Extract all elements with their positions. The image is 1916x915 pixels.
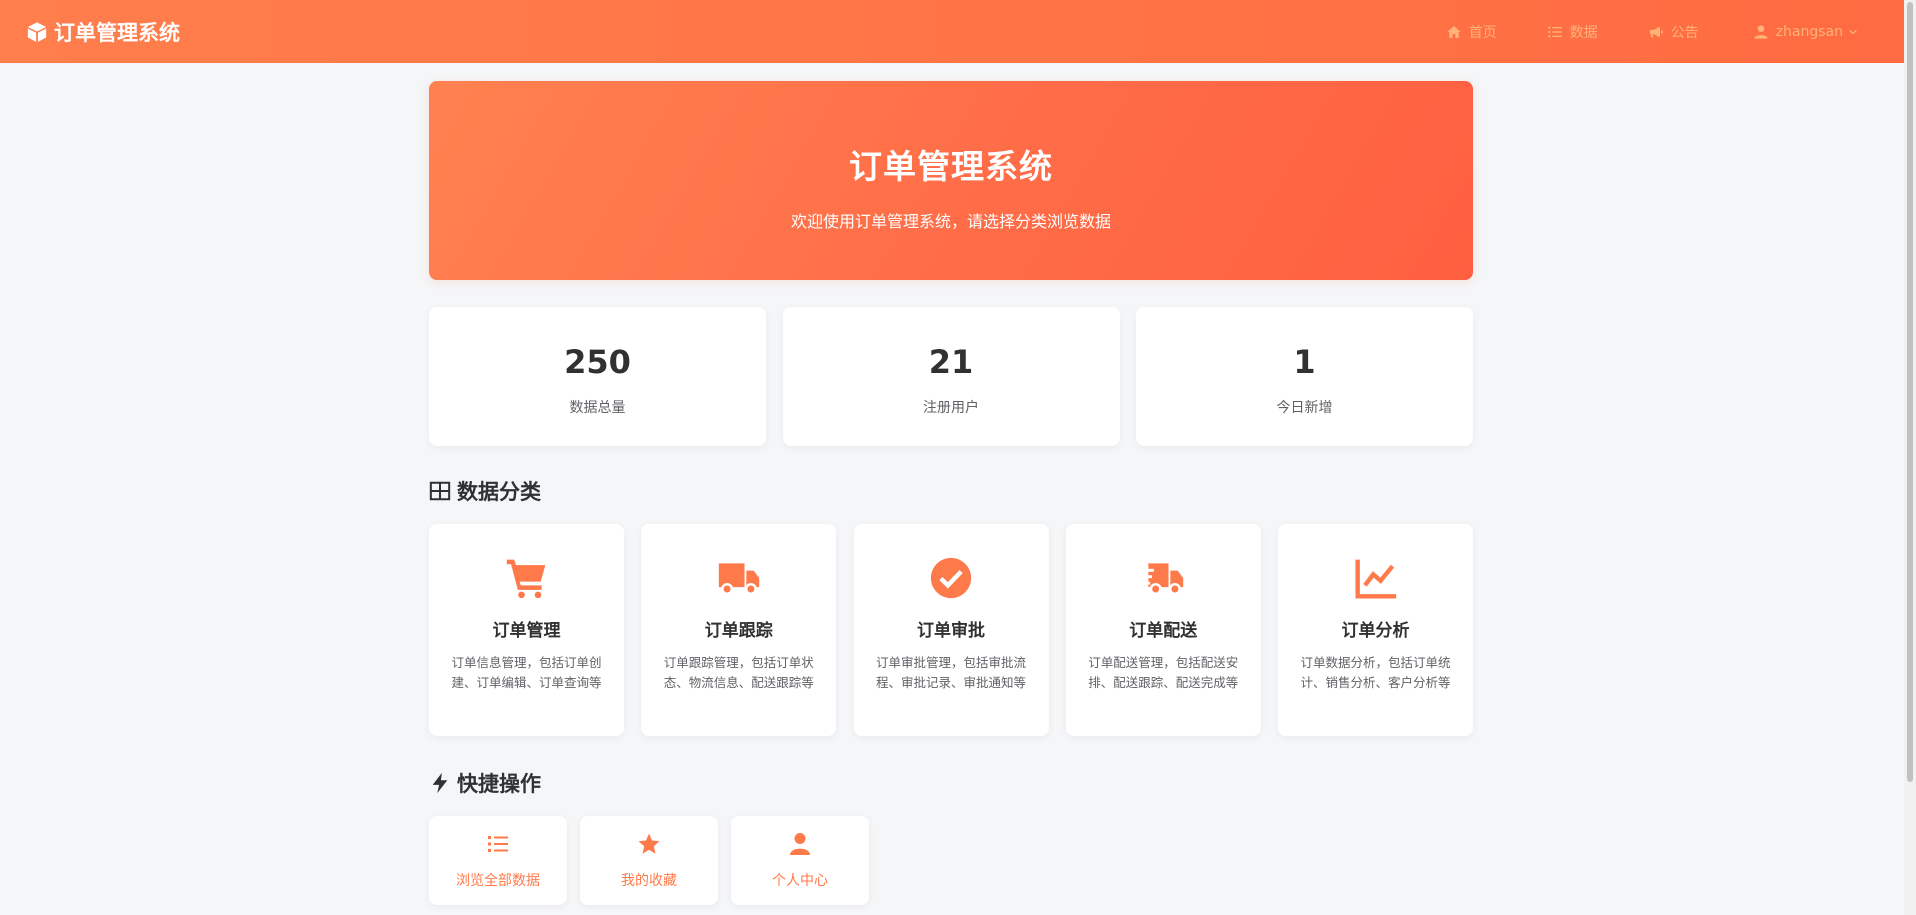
category-card-order-management[interactable]: 订单管理 订单信息管理，包括订单创建、订单编辑、订单查询等 (429, 524, 624, 736)
brand-title: 订单管理系统 (54, 20, 180, 45)
category-card-order-analysis[interactable]: 订单分析 订单数据分析，包括订单统计、销售分析、客户分析等 (1278, 524, 1473, 736)
cube-icon (27, 21, 47, 42)
user-icon (1754, 24, 1768, 39)
stat-card-today: 1 今日新增 (1136, 307, 1473, 446)
stat-label: 数据总量 (569, 400, 626, 416)
category-title: 订单管理 (492, 621, 561, 641)
truck-icon (718, 563, 759, 596)
quick-action-label: 浏览全部数据 (456, 873, 540, 889)
quick-actions-section-title: 快捷操作 (429, 768, 1473, 798)
username: zhangsan (1775, 23, 1843, 40)
brand[interactable]: 订单管理系统 (26, 17, 180, 47)
list-icon (488, 836, 508, 852)
fast-truck-icon (1141, 563, 1184, 596)
category-card-order-tracking[interactable]: 订单跟踪 订单跟踪管理，包括订单状态、物流信息、配送跟踪等 (641, 524, 837, 736)
hero-subtitle: 欢迎使用订单管理系统，请选择分类浏览数据 (790, 212, 1111, 231)
nav-data[interactable]: 数据 (1547, 0, 1598, 63)
bolt-icon (432, 772, 448, 794)
category-title: 订单配送 (1129, 621, 1198, 641)
quick-actions-title-text: 快捷操作 (457, 772, 541, 796)
quick-profile-button[interactable]: 个人中心 (731, 816, 869, 905)
category-title: 订单审批 (917, 621, 985, 641)
nav-announcement[interactable]: 公告 (1648, 0, 1699, 63)
nav-data-label: 数据 (1569, 24, 1598, 41)
hero-title: 订单管理系统 (849, 147, 1053, 186)
stat-label: 注册用户 (923, 400, 979, 416)
category-card-order-delivery[interactable]: 订单配送 订单配送管理，包括配送安排、配送跟踪、配送完成等 (1065, 524, 1261, 736)
quick-action-label: 我的收藏 (621, 873, 677, 889)
category-title: 订单分析 (1341, 621, 1410, 641)
line-chart-icon (1354, 559, 1396, 599)
quick-favorites-button[interactable]: 我的收藏 (580, 816, 718, 905)
nav-home[interactable]: 首页 (1446, 0, 1497, 63)
main-content: 订单管理系统 欢迎使用订单管理系统，请选择分类浏览数据 250 数据总量 21 … (429, 81, 1473, 905)
check-circle-icon (930, 557, 972, 599)
category-desc: 订单数据分析，包括订单统计、销售分析、客户分析等 (1300, 655, 1451, 690)
stat-value: 21 (928, 343, 974, 381)
chevron-down-icon (1849, 29, 1857, 35)
category-desc: 订单审批管理，包括审批流程、审批记录、审批通知等 (875, 655, 1026, 690)
category-title: 订单跟踪 (704, 621, 773, 641)
user-icon (790, 833, 810, 855)
nav-announcement-label: 公告 (1670, 24, 1699, 41)
cart-icon (506, 559, 545, 599)
categories-section-title: 数据分类 (429, 476, 1473, 506)
stat-label: 今日新增 (1276, 400, 1333, 416)
stats-row: 250 数据总量 21 注册用户 1 今日新增 (429, 307, 1473, 446)
category-desc: 订单信息管理，包括订单创建、订单编辑、订单查询等 (451, 655, 602, 690)
scrollbar-thumb[interactable] (1907, 2, 1913, 782)
quick-actions-list: 浏览全部数据 我的收藏 个人中心 (429, 816, 1473, 905)
nav-links: 首页 数据 公告 zhangsan (1396, 0, 1858, 63)
quick-browse-all-button[interactable]: 浏览全部数据 (429, 816, 567, 905)
star-icon (638, 833, 660, 854)
top-navbar: 订单管理系统 首页 数据 公告 zhangsan (0, 0, 1904, 63)
home-icon (1447, 25, 1461, 38)
category-list: 订单管理 订单信息管理，包括订单创建、订单编辑、订单查询等 订单跟踪 订单跟踪管… (429, 524, 1473, 736)
category-desc: 订单配送管理，包括配送安排、配送跟踪、配送完成等 (1088, 655, 1239, 690)
category-card-order-approval[interactable]: 订单审批 订单审批管理，包括审批流程、审批记录、审批通知等 (853, 524, 1049, 736)
nav-home-label: 首页 (1468, 24, 1497, 41)
quick-action-label: 个人中心 (772, 873, 828, 889)
grid-icon (429, 481, 451, 501)
stat-value: 1 (1293, 343, 1316, 381)
user-menu[interactable]: zhangsan (1753, 0, 1858, 63)
page-scrollbar[interactable] (1904, 0, 1916, 915)
stat-card-users: 21 注册用户 (782, 307, 1120, 446)
megaphone-icon (1649, 26, 1663, 37)
stat-card-total: 250 数据总量 (429, 307, 766, 446)
stat-value: 250 (564, 343, 631, 381)
category-desc: 订单跟踪管理，包括订单状态、物流信息、配送跟踪等 (663, 655, 814, 690)
categories-title-text: 数据分类 (457, 480, 541, 504)
list-icon (1548, 26, 1562, 37)
hero-banner: 订单管理系统 欢迎使用订单管理系统，请选择分类浏览数据 (429, 81, 1473, 280)
